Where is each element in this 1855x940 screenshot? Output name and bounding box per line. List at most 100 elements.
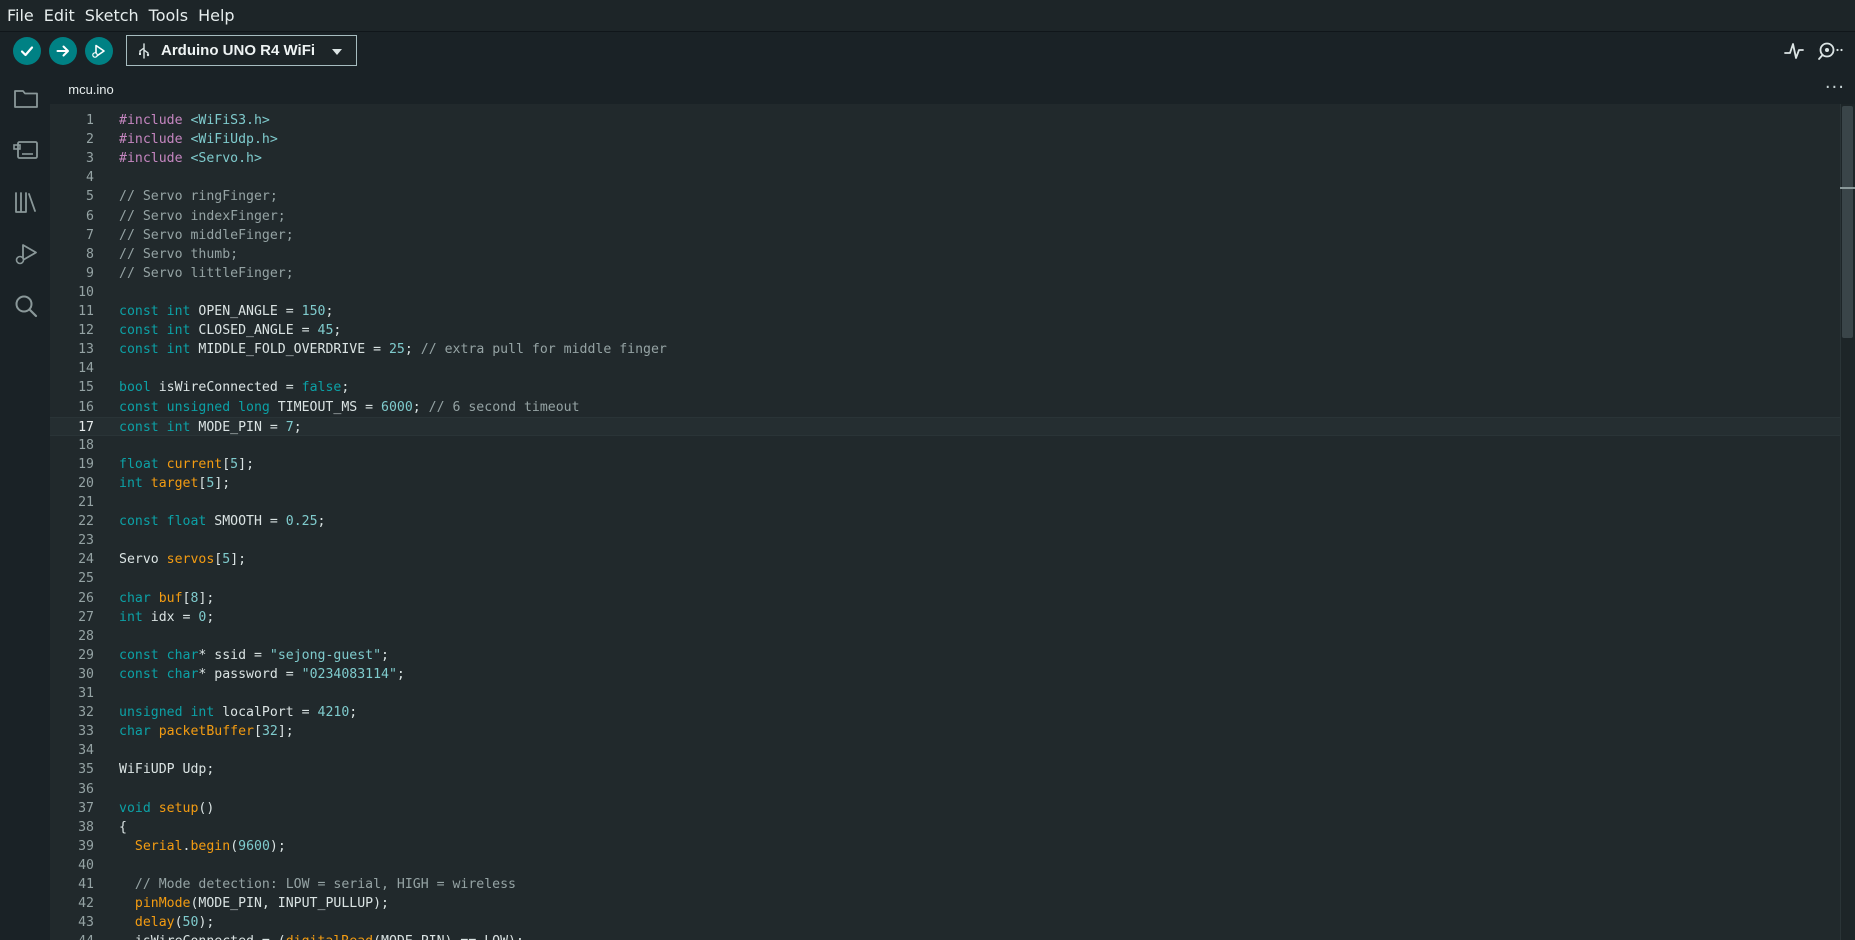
code-line[interactable]: 22 const float SMOOTH = 0.25; <box>50 512 1840 531</box>
code-token: Servo <box>119 552 167 568</box>
code-line[interactable]: 11 const int OPEN_ANGLE = 150; <box>50 302 1840 321</box>
code-line[interactable]: 3 #include <Servo.h> <box>50 149 1840 168</box>
code-line[interactable]: 5 // Servo ringFinger; <box>50 187 1840 206</box>
code-line[interactable]: 17 const int MODE_PIN = 7; <box>50 416 1840 436</box>
code-line[interactable]: 42 pinMode(MODE_PIN, INPUT_PULLUP); <box>50 894 1840 913</box>
line-source: char packetBuffer[32]; <box>119 722 294 741</box>
folder-icon[interactable] <box>12 84 40 112</box>
code-line[interactable]: 20 int target[5]; <box>50 474 1840 493</box>
line-source: unsigned int localPort = 4210; <box>119 703 357 722</box>
code-token: idx = <box>150 609 199 625</box>
menu-edit[interactable]: Edit <box>39 0 80 32</box>
code-line[interactable]: 4 <box>50 168 1840 187</box>
line-number: 29 <box>78 647 94 663</box>
code-token: char <box>119 724 159 740</box>
code-token: "0234083114" <box>301 666 397 682</box>
serial-monitor-icon[interactable] <box>1816 39 1846 63</box>
code-line[interactable]: 43 delay(50); <box>50 913 1840 932</box>
code-line[interactable]: 27 int idx = 0; <box>50 608 1840 627</box>
line-number: 14 <box>78 361 94 377</box>
code-line[interactable]: 1 #include <WiFiS3.h> <box>50 111 1840 130</box>
line-number: 20 <box>78 475 94 491</box>
code-line[interactable]: 39 Serial.begin(9600); <box>50 837 1840 856</box>
code-line[interactable]: 37 void setup() <box>50 799 1840 818</box>
code-line[interactable]: 16 const unsigned long TIMEOUT_MS = 6000;… <box>50 398 1840 417</box>
line-number: 26 <box>78 590 94 606</box>
code-line[interactable]: 9 // Servo littleFinger; <box>50 264 1840 283</box>
code-line[interactable]: 28 <box>50 627 1840 646</box>
code-editor[interactable]: 1 #include <WiFiS3.h> 2 #include <WiFiUdp.h… <box>50 104 1855 940</box>
code-line[interactable]: 44 isWireConnected = (digitalRead(MODE_P… <box>50 932 1840 940</box>
code-line[interactable]: 19 float current[5]; <box>50 455 1840 474</box>
code-line[interactable]: 40 <box>50 856 1840 875</box>
search-icon[interactable] <box>12 292 40 320</box>
code-token: OPEN_ANGLE = <box>198 304 302 319</box>
line-source: { <box>119 818 127 837</box>
menu-tools[interactable]: Tools <box>144 0 193 32</box>
line-number: 11 <box>78 304 94 319</box>
code-token: <WiFiS3.h> <box>190 113 270 128</box>
upload-button[interactable] <box>49 37 77 65</box>
code-token: 5 <box>222 552 231 568</box>
serial-plotter-icon[interactable] <box>1782 39 1806 63</box>
code-line[interactable]: 7 // Servo middleFinger; <box>50 226 1840 245</box>
line-source: char buf[8]; <box>119 589 214 608</box>
code-line[interactable]: 26 char buf[8]; <box>50 589 1840 608</box>
code-line[interactable]: 29 const char* ssid = "sejong-guest"; <box>50 646 1840 665</box>
code-line[interactable]: 31 <box>50 684 1840 703</box>
menu-file[interactable]: File <box>2 0 39 32</box>
code-line[interactable]: 34 <box>50 741 1840 760</box>
line-number: 40 <box>78 857 94 873</box>
board-manager-icon[interactable] <box>12 136 40 164</box>
code-line[interactable]: 6 // Servo indexFinger; <box>50 207 1840 226</box>
line-number: 13 <box>78 342 94 358</box>
code-token: ; <box>341 380 350 396</box>
code-line[interactable]: 8 // Servo thumb; <box>50 245 1840 264</box>
more-actions-icon[interactable]: ··· <box>1825 77 1845 98</box>
board-selector[interactable]: Arduino UNO R4 WiFi <box>126 35 357 66</box>
code-line[interactable]: 13 const int MIDDLE_FOLD_OVERDRIVE = 25; … <box>50 340 1840 359</box>
verify-button[interactable] <box>13 37 41 65</box>
code-token: // Servo indexFinger; <box>119 208 286 224</box>
menu-sketch[interactable]: Sketch <box>80 0 144 32</box>
code-token: begin <box>190 838 231 854</box>
code-line[interactable]: 41 // Mode detection: LOW = serial, HIGH… <box>50 875 1840 894</box>
code-line[interactable]: 33 char packetBuffer[32]; <box>50 722 1840 741</box>
debug-button[interactable] <box>85 37 113 65</box>
code-token: const int <box>119 419 199 435</box>
code-line[interactable]: 14 <box>50 359 1840 378</box>
line-source: pinMode(MODE_PIN, INPUT_PULLUP); <box>119 894 389 913</box>
code-token: WiFiUDP Udp; <box>119 762 215 778</box>
scrollbar-thumb[interactable] <box>1842 106 1853 338</box>
code-line[interactable]: 36 <box>50 780 1840 799</box>
line-source: const char* ssid = "sejong-guest"; <box>119 646 389 665</box>
line-number: 30 <box>78 666 94 682</box>
line-source: delay(50); <box>119 913 214 932</box>
code-token: (MODE_PIN, INPUT_PULLUP); <box>190 896 389 912</box>
chevron-down-icon[interactable] <box>332 49 342 55</box>
code-line[interactable]: 12 const int CLOSED_ANGLE = 45; <box>50 321 1840 340</box>
code-line[interactable]: 15 bool isWireConnected = false; <box>50 378 1840 397</box>
line-number: 32 <box>78 705 94 721</box>
debug-icon[interactable] <box>12 240 40 268</box>
code-line[interactable]: 32 unsigned int localPort = 4210; <box>50 703 1840 722</box>
line-number: 5 <box>86 189 94 205</box>
code-line[interactable]: 18 <box>50 436 1840 455</box>
line-number: 9 <box>86 265 94 281</box>
line-number: 2 <box>86 132 94 148</box>
vertical-scrollbar[interactable] <box>1840 104 1855 940</box>
code-line[interactable]: 21 <box>50 493 1840 512</box>
code-line[interactable]: 2 #include <WiFiUdp.h> <box>50 130 1840 149</box>
menu-help[interactable]: Help <box>193 0 239 32</box>
tab-mcu-ino[interactable]: mcu.ino <box>50 74 132 104</box>
code-line[interactable]: 25 <box>50 569 1840 588</box>
line-source: // Servo middleFinger; <box>119 226 294 245</box>
code-token: ); <box>198 915 215 931</box>
code-line[interactable]: 24 Servo servos[5]; <box>50 550 1840 569</box>
code-line[interactable]: 35 WiFiUDP Udp; <box>50 760 1840 779</box>
library-icon[interactable] <box>12 188 40 216</box>
code-line[interactable]: 23 <box>50 531 1840 550</box>
code-line[interactable]: 38 { <box>50 818 1840 837</box>
code-line[interactable]: 30 const char* password = "0234083114"; <box>50 665 1840 684</box>
code-line[interactable]: 10 <box>50 283 1840 302</box>
